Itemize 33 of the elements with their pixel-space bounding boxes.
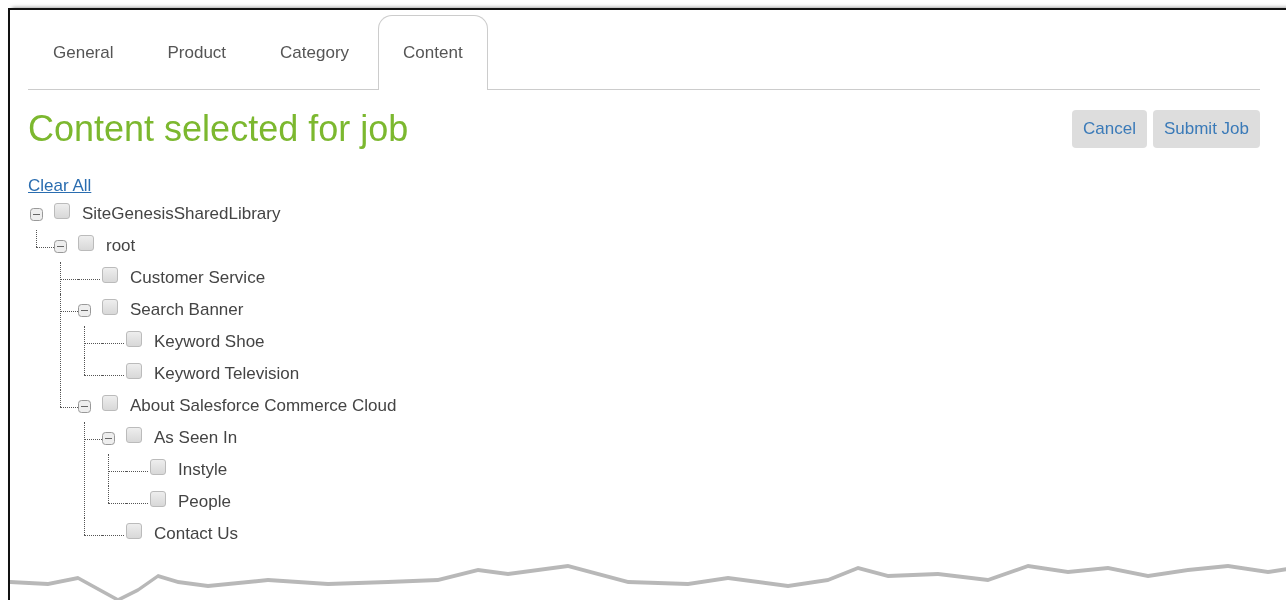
tree-item[interactable]: Keyword Shoe	[154, 332, 265, 352]
tree-item[interactable]: Customer Service	[130, 268, 266, 288]
collapse-icon[interactable]	[78, 399, 91, 413]
collapse-icon[interactable]	[102, 431, 115, 445]
tab[interactable]: General	[28, 15, 139, 89]
page-heading: Content selected for job	[28, 108, 409, 150]
collapse-icon[interactable]	[30, 207, 43, 221]
checkbox[interactable]	[126, 331, 142, 347]
checkbox[interactable]	[150, 491, 166, 507]
tab[interactable]: Product	[142, 15, 252, 89]
tree-item[interactable]: SiteGenesisSharedLibrary	[82, 204, 281, 224]
checkbox[interactable]	[126, 523, 142, 539]
checkbox[interactable]	[150, 459, 166, 475]
checkbox[interactable]	[102, 267, 118, 283]
checkbox[interactable]	[126, 363, 142, 379]
collapse-icon[interactable]	[54, 239, 67, 253]
tree-item[interactable]: Search Banner	[130, 300, 244, 320]
tree-item[interactable]: People	[178, 492, 231, 512]
checkbox[interactable]	[102, 299, 118, 315]
tree-item[interactable]: Keyword Television	[154, 364, 300, 384]
checkbox[interactable]	[126, 427, 142, 443]
tree-item[interactable]: As Seen In	[154, 428, 238, 448]
tree-item[interactable]: Instyle	[178, 460, 228, 480]
tab[interactable]: Category	[255, 15, 375, 89]
tree-item[interactable]: Contact Us	[154, 524, 239, 544]
tree-item[interactable]: root	[106, 236, 136, 256]
clear-all-link[interactable]: Clear All	[28, 176, 92, 196]
checkbox[interactable]	[102, 395, 118, 411]
checkbox[interactable]	[54, 203, 70, 219]
tab[interactable]: Content	[378, 15, 488, 90]
collapse-icon[interactable]	[78, 303, 91, 317]
checkbox[interactable]	[78, 235, 94, 251]
tree-item[interactable]: About Salesforce Commerce Cloud	[130, 396, 397, 416]
